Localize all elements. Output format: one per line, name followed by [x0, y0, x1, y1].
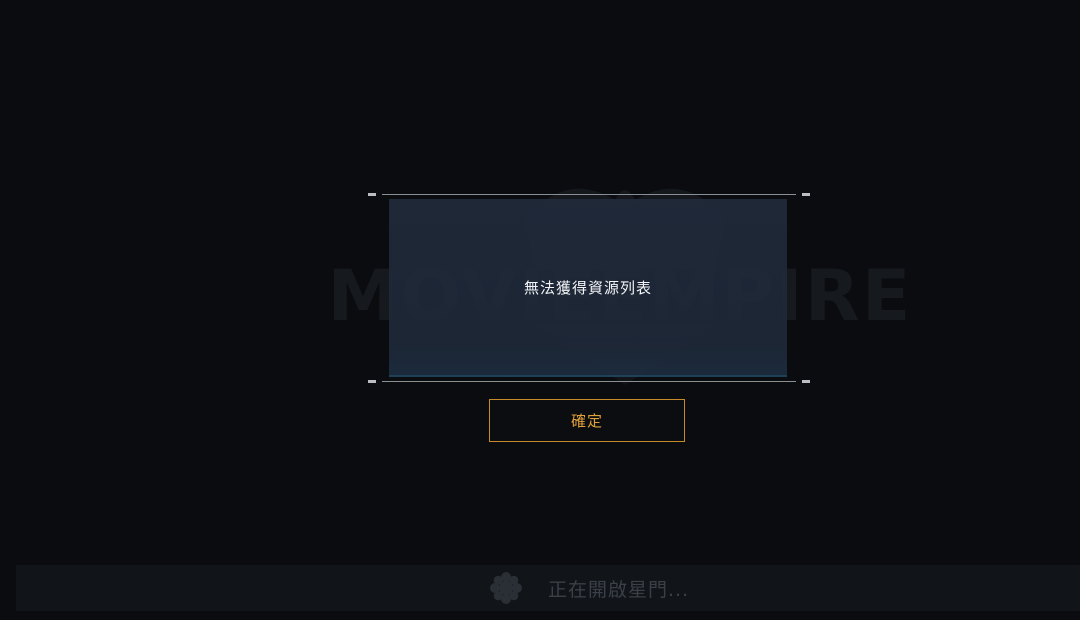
- error-dialog: 無法獲得資源列表: [368, 192, 810, 384]
- dialog-message: 無法獲得資源列表: [523, 279, 652, 297]
- confirm-button[interactable]: 確定: [489, 399, 685, 442]
- dialog-corner-top-right: [802, 193, 810, 196]
- dialog-corner-top-left: [368, 193, 376, 196]
- dialog-frame-bottom: [382, 381, 796, 382]
- dialog-frame-top: [382, 194, 796, 195]
- gear-loading-icon: [489, 571, 523, 605]
- app-screen: MOVIEEMPIRE 無法獲得資源列表 確定: [0, 0, 1080, 620]
- dialog-corner-bottom-right: [802, 380, 810, 383]
- loading-status-text: 正在開啟星門...: [548, 579, 690, 601]
- loading-status-bar: 正在開啟星門...: [16, 565, 1080, 611]
- dialog-body: 無法獲得資源列表: [389, 199, 787, 377]
- dialog-corner-bottom-left: [368, 380, 376, 383]
